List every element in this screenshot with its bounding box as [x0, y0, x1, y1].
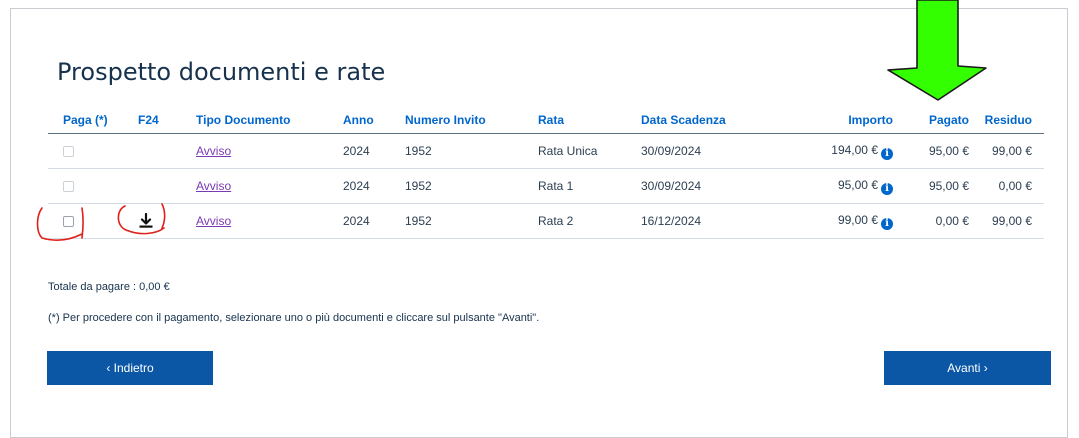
table-row: Avviso 2024 1952 Rata Unica 30/09/2024 1…: [48, 133, 1044, 169]
data-scadenza-cell: 30/09/2024: [641, 133, 758, 169]
anno-cell: 2024: [343, 168, 405, 204]
residuo-cell: 99,00 €: [981, 133, 1044, 169]
red-annotation-marks: [36, 203, 166, 241]
pay-checkbox[interactable]: [63, 181, 74, 193]
header-residuo: Residuo: [981, 107, 1044, 134]
payment-note: (*) Per procedere con il pagamento, sele…: [48, 312, 540, 324]
importo-value: 194,00 €: [831, 142, 878, 157]
info-icon[interactable]: i: [881, 182, 893, 195]
table-header-row: Paga (*) F24 Tipo Documento Anno Numero …: [48, 107, 1044, 134]
f24-cell: [138, 133, 196, 169]
table-row: Avviso 2024 1952 Rata 1 30/09/2024 95,00…: [48, 168, 1044, 204]
importo-value: 95,00 €: [837, 177, 878, 192]
importo-cell: 194,00 € i: [758, 133, 903, 169]
avviso-link[interactable]: Avviso: [196, 144, 231, 158]
pagato-cell: 0,00 €: [903, 203, 981, 239]
back-button[interactable]: ‹ Indietro: [47, 351, 213, 385]
residuo-cell: 0,00 €: [981, 168, 1044, 204]
avviso-link[interactable]: Avviso: [196, 214, 231, 228]
header-importo: Importo: [758, 107, 903, 134]
header-pagato: Pagato: [903, 107, 981, 134]
header-rata: Rata: [538, 107, 641, 134]
header-anno: Anno: [343, 107, 405, 134]
residuo-cell: 99,00 €: [981, 203, 1044, 239]
rata-cell: Rata 2: [538, 203, 641, 239]
importo-cell: 95,00 € i: [758, 168, 903, 204]
importo-cell: 99,00 € i: [758, 203, 903, 239]
pagato-cell: 95,00 €: [903, 168, 981, 204]
header-data-scadenza: Data Scadenza: [641, 107, 758, 134]
pagato-cell: 95,00 €: [903, 133, 981, 169]
header-numero-invito: Numero Invito: [405, 107, 538, 134]
rata-cell: Rata 1: [538, 168, 641, 204]
green-arrow-icon: [887, 0, 987, 101]
anno-cell: 2024: [343, 203, 405, 239]
info-icon[interactable]: i: [881, 217, 893, 230]
documents-table: Paga (*) F24 Tipo Documento Anno Numero …: [48, 107, 1044, 239]
pay-checkbox[interactable]: [63, 146, 74, 158]
page-title: Prospetto documenti e rate: [57, 58, 386, 86]
header-f24: F24: [138, 107, 196, 134]
table-row: Avviso 2024 1952 Rata 2 16/12/2024 99,00…: [48, 203, 1044, 239]
numero-invito-cell: 1952: [405, 133, 538, 169]
next-button[interactable]: Avanti ›: [884, 351, 1051, 385]
header-tipo-documento: Tipo Documento: [196, 107, 343, 134]
data-scadenza-cell: 16/12/2024: [641, 203, 758, 239]
importo-value: 99,00 €: [837, 212, 878, 227]
totale-da-pagare: Totale da pagare : 0,00 €: [48, 281, 170, 293]
numero-invito-cell: 1952: [405, 203, 538, 239]
info-icon[interactable]: i: [881, 147, 893, 160]
data-scadenza-cell: 30/09/2024: [641, 168, 758, 204]
rata-cell: Rata Unica: [538, 133, 641, 169]
anno-cell: 2024: [343, 133, 405, 169]
avviso-link[interactable]: Avviso: [196, 179, 231, 193]
header-paga: Paga (*): [48, 107, 138, 134]
numero-invito-cell: 1952: [405, 168, 538, 204]
